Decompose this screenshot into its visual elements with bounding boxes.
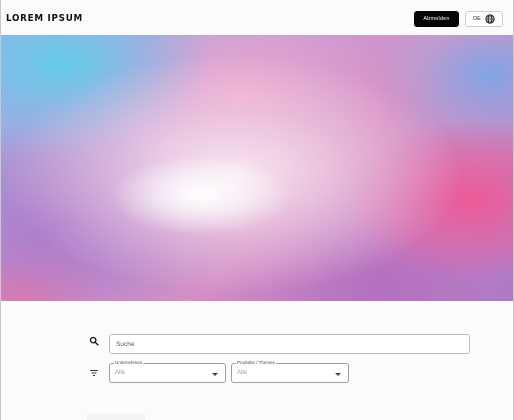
- search-icon: [89, 336, 99, 346]
- chevron-down-icon: [212, 373, 218, 376]
- brand-logo[interactable]: LOREM IPSUM: [6, 13, 83, 24]
- content-placeholder: [87, 414, 145, 420]
- globe-icon: [485, 14, 495, 24]
- language-button[interactable]: DE: [465, 11, 503, 27]
- filter-icon: [90, 370, 98, 376]
- company-select-value: Alle: [115, 370, 126, 376]
- topic-select-value: Alle: [237, 370, 248, 376]
- topic-select[interactable]: Produkte / Themen Alle: [231, 360, 349, 383]
- topic-select-label: Produkte / Themen: [236, 360, 277, 366]
- top-header: LOREM IPSUM Abmelden DE: [1, 0, 513, 35]
- company-select-label: Unternehmen: [114, 360, 144, 366]
- chevron-down-icon: [335, 373, 341, 376]
- hero-banner: [1, 35, 513, 301]
- search-input[interactable]: [109, 334, 470, 354]
- language-label: DE: [473, 16, 481, 22]
- company-select[interactable]: Unternehmen Alle: [109, 360, 226, 383]
- logout-button[interactable]: Abmelden: [414, 11, 459, 27]
